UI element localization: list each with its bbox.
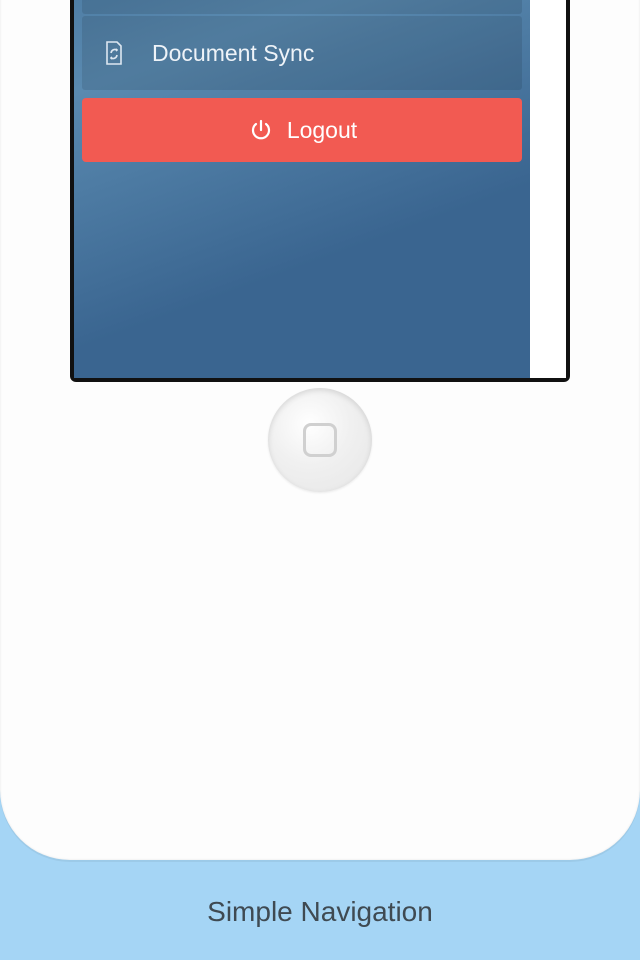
- screen-bezel: VIO My VIOs All VIOs: [70, 0, 570, 382]
- home-button[interactable]: [268, 388, 372, 492]
- nav-item-document-sync-label: Document Sync: [152, 40, 314, 67]
- logout-button-label: Logout: [287, 117, 357, 144]
- nav-item-wifi-test[interactable]: Wi-Fi Test: [82, 0, 522, 14]
- navigation-menu: VIO My VIOs All VIOs: [74, 0, 530, 378]
- marketing-caption: Simple Navigation: [0, 896, 640, 928]
- nav-item-document-sync[interactable]: Document Sync: [82, 16, 522, 90]
- logout-button[interactable]: Logout: [82, 98, 522, 162]
- phone-frame: VIO My VIOs All VIOs: [0, 0, 640, 860]
- home-button-glyph: [303, 423, 337, 457]
- app-screen: VIO My VIOs All VIOs: [74, 0, 566, 378]
- power-icon: [247, 116, 275, 144]
- sync-document-icon: [100, 39, 128, 67]
- content-edge-strip: [530, 0, 566, 378]
